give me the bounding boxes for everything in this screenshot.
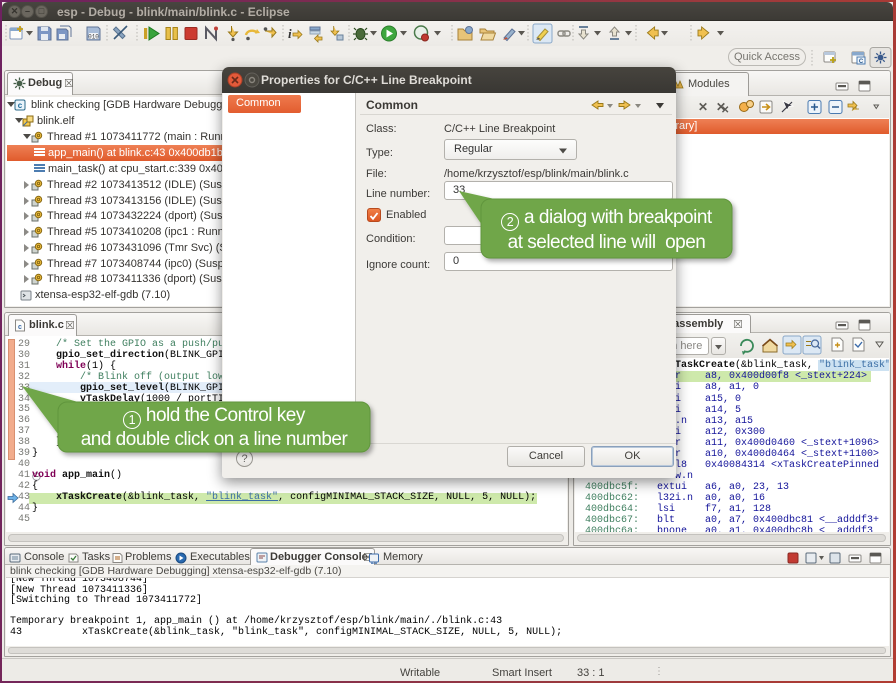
svg-text:c: c <box>18 324 22 332</box>
svg-text:✕: ✕ <box>698 100 708 114</box>
svg-text:c: c <box>18 102 23 111</box>
svg-text:✕: ✕ <box>721 105 729 116</box>
svg-text:i: i <box>288 26 292 41</box>
svg-text:010: 010 <box>88 34 99 41</box>
svg-text:C: C <box>859 59 864 65</box>
